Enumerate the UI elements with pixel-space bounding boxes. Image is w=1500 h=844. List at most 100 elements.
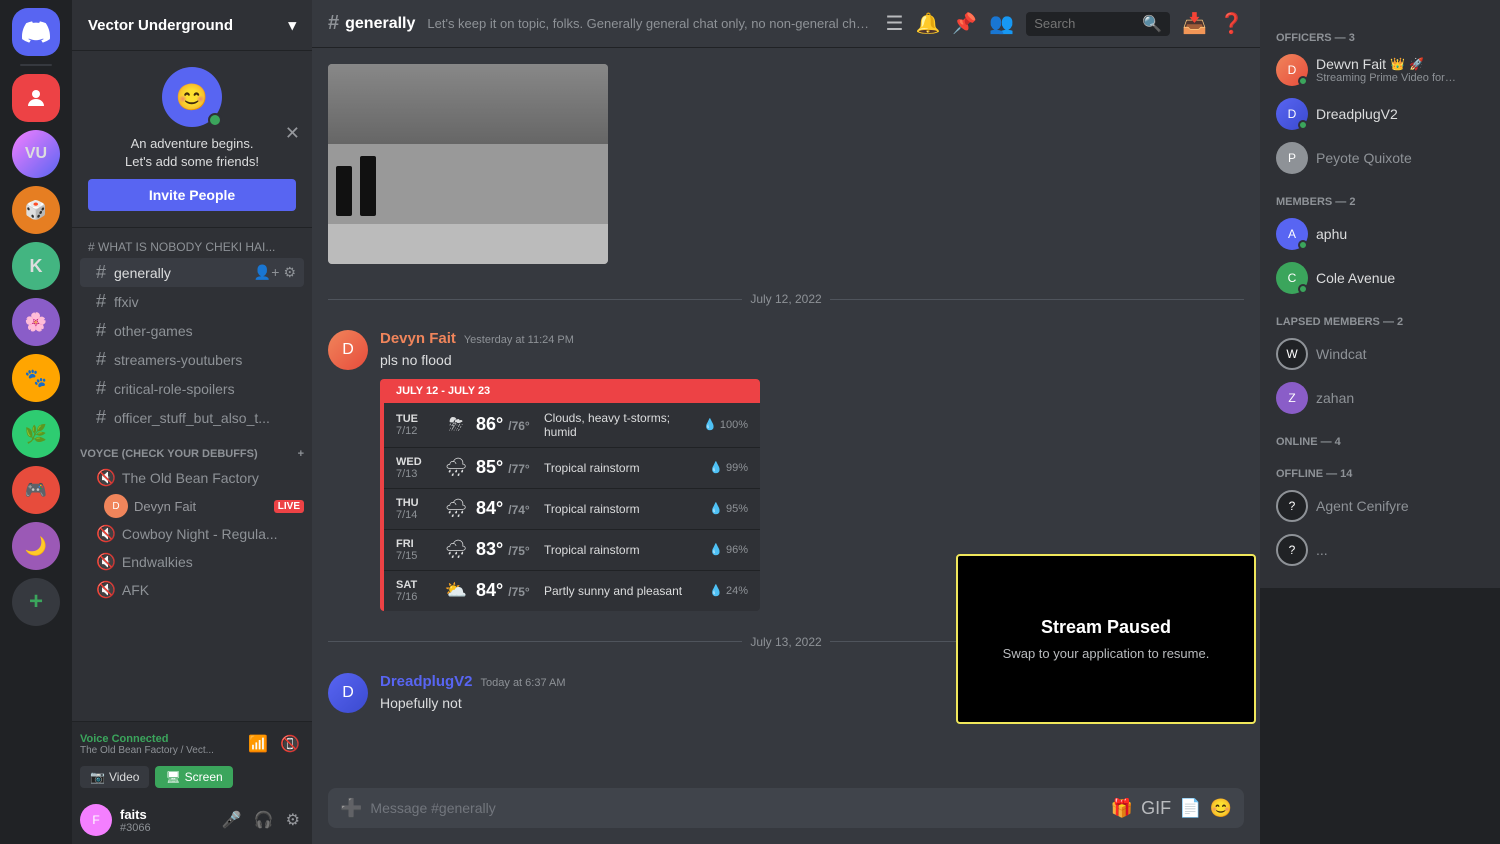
voice-user-name: Devyn Fait bbox=[134, 499, 196, 514]
voice-user-devyn[interactable]: D Devyn Fait LIVE bbox=[72, 492, 312, 520]
weather-row-thu: THU7/14 🌧 84° /74° Tropical rainstorm 💧 … bbox=[384, 489, 760, 530]
weather-row-fri: FRI7/15 🌧 83° /75° Tropical rainstorm 💧 … bbox=[384, 530, 760, 571]
members-icon[interactable]: 👥 bbox=[989, 11, 1014, 36]
live-badge: LIVE bbox=[274, 500, 304, 513]
message-input-area: ➕ 🎁 GIF 📄 😊 bbox=[312, 772, 1260, 844]
category-online: ONLINE — 4 bbox=[1268, 420, 1492, 452]
online-indicator bbox=[208, 113, 222, 127]
gift-icon[interactable]: 🎁 bbox=[1111, 798, 1133, 819]
category-voyce[interactable]: VOYCE (CHECK YOUR DEBUFFS) + bbox=[72, 432, 312, 464]
message-avatar-dreadplug: D bbox=[328, 673, 368, 713]
member-item-devyn[interactable]: D Dewvn Fait 👑 🚀 Streaming Prime Video f… bbox=[1268, 48, 1492, 92]
server-icon-5[interactable]: 🌸 bbox=[12, 298, 60, 346]
server-icon-7[interactable]: 🌿 bbox=[12, 410, 60, 458]
video-icon: 📷 bbox=[90, 770, 105, 784]
member-item-peyote[interactable]: P Peyote Quixote bbox=[1268, 136, 1492, 180]
member-item-aphu[interactable]: A aphu bbox=[1268, 212, 1492, 256]
close-panel-button[interactable]: ✕ bbox=[285, 123, 300, 144]
add-channel-icon[interactable]: + bbox=[298, 448, 304, 460]
voice-connected-status: Voice Connected bbox=[80, 733, 214, 745]
channel-label-generally: generally bbox=[114, 265, 171, 281]
channel-label-ffxiv: ffxiv bbox=[114, 294, 139, 310]
server-name: Vector Underground bbox=[88, 17, 233, 34]
hash-icon: # bbox=[96, 378, 106, 399]
server-icon-9[interactable]: 🌙 bbox=[12, 522, 60, 570]
settings-icon[interactable]: ⚙ bbox=[282, 806, 304, 834]
server-icon-discord[interactable] bbox=[12, 8, 60, 56]
search-input[interactable] bbox=[1034, 16, 1136, 31]
member-item-offline-1[interactable]: ? Agent Cenifyre bbox=[1268, 484, 1492, 528]
video-thumbnail bbox=[328, 64, 608, 264]
message-avatar-devyn: D bbox=[328, 330, 368, 370]
emoji-icon[interactable]: 😊 bbox=[1210, 798, 1232, 819]
channel-item-generally[interactable]: # generally 👤+ ⚙ bbox=[80, 258, 304, 287]
member-info-devyn: Dewvn Fait 👑 🚀 Streaming Prime Video for… bbox=[1316, 56, 1456, 84]
server-header[interactable]: Vector Underground ▾ bbox=[72, 0, 312, 51]
channel-item-critical-role[interactable]: # critical-role-spoilers bbox=[80, 374, 304, 403]
server-icon-8[interactable]: 🎮 bbox=[12, 466, 60, 514]
voice-channel-cowboy[interactable]: 🔇 Cowboy Night - Regula... bbox=[80, 520, 304, 548]
member-item-offline-2[interactable]: ? ... bbox=[1268, 528, 1492, 572]
online-dot bbox=[1298, 76, 1308, 86]
channel-item-other-games[interactable]: # other-games bbox=[80, 316, 304, 345]
voice-settings-icon[interactable]: 📶 bbox=[244, 730, 272, 758]
server-icon-3[interactable]: 🎲 bbox=[12, 186, 60, 234]
channel-item-ffxiv[interactable]: # ffxiv bbox=[80, 287, 304, 316]
threads-icon[interactable]: ☰ bbox=[886, 11, 904, 36]
help-icon[interactable]: ❓ bbox=[1219, 11, 1244, 36]
weather-row-sat: SAT7/16 ⛅ 84° /75° Partly sunny and plea… bbox=[384, 571, 760, 611]
pin-icon[interactable]: 📌 bbox=[952, 11, 977, 36]
voice-channel-endwalkies[interactable]: 🔇 Endwalkies bbox=[80, 548, 304, 576]
mute-icon[interactable]: 🎤 bbox=[218, 806, 246, 834]
category-officers: OFFICERS — 3 bbox=[1268, 16, 1492, 48]
speaker-icon: 🔇 bbox=[96, 552, 116, 572]
channel-label-other-games: other-games bbox=[114, 323, 193, 339]
member-item-dreadplug[interactable]: D DreadplugV2 bbox=[1268, 92, 1492, 136]
message-input[interactable] bbox=[370, 788, 1102, 828]
invite-people-button[interactable]: Invite People bbox=[88, 179, 296, 211]
server-icon-1[interactable] bbox=[12, 74, 60, 122]
channel-item-streamers[interactable]: # streamers-youtubers bbox=[80, 345, 304, 374]
voice-channel-bean-factory[interactable]: 🔇 The Old Bean Factory bbox=[80, 464, 304, 492]
user-avatar: F bbox=[80, 804, 112, 836]
server-icon-6[interactable]: 🐾 bbox=[12, 354, 60, 402]
member-status-devyn: Streaming Prime Video for Wi... bbox=[1316, 72, 1456, 84]
truncated-channel-item: # WHAT IS NOBODY CHEKI HAI... bbox=[72, 236, 312, 258]
online-dot bbox=[1298, 240, 1308, 250]
screen-button[interactable]: 🖥 Screen bbox=[155, 766, 232, 788]
channel-header: # generally Let's keep it on topic, folk… bbox=[312, 0, 1260, 48]
channel-sidebar: Vector Underground ▾ ✕ 😊 An adventure be… bbox=[72, 0, 312, 844]
server-icon-add[interactable]: + bbox=[12, 578, 60, 626]
speaker-icon: 🔇 bbox=[96, 524, 116, 544]
category-offline: OFFLINE — 14 bbox=[1268, 452, 1492, 484]
gear-icon[interactable]: ⚙ bbox=[283, 264, 296, 281]
disconnect-icon[interactable]: 📵 bbox=[276, 730, 304, 758]
inbox-icon[interactable]: 📥 bbox=[1182, 11, 1207, 36]
message-timestamp-dreadplug: Today at 6:37 AM bbox=[481, 677, 566, 689]
member-item-windcat[interactable]: W Windcat bbox=[1268, 332, 1492, 376]
member-item-cole[interactable]: C Cole Avenue bbox=[1268, 256, 1492, 300]
muted-icon[interactable]: 🔔 bbox=[915, 11, 940, 36]
member-name-offline-2: ... bbox=[1316, 542, 1328, 558]
add-attachment-icon[interactable]: ➕ bbox=[340, 798, 362, 819]
add-friends-avatar: 😊 bbox=[162, 67, 222, 127]
voice-channel-afk[interactable]: 🔇 AFK bbox=[80, 576, 304, 604]
member-item-zahan[interactable]: Z zahan bbox=[1268, 376, 1492, 420]
headset-icon[interactable]: 🎧 bbox=[250, 806, 278, 834]
video-button[interactable]: 📷 Video bbox=[80, 766, 149, 788]
gif-icon[interactable]: GIF bbox=[1141, 798, 1171, 819]
add-member-icon[interactable]: 👤+ bbox=[254, 264, 280, 281]
channel-label-officer-stuff: officer_stuff_but_also_t... bbox=[114, 410, 270, 426]
search-icon[interactable]: 🔍 bbox=[1142, 14, 1162, 34]
right-sidebar: OFFICERS — 3 D Dewvn Fait 👑 🚀 Streaming … bbox=[1260, 0, 1500, 588]
date-divider-july12: July 12, 2022 bbox=[328, 292, 1244, 306]
channel-item-officer-stuff[interactable]: # officer_stuff_but_also_t... bbox=[80, 403, 304, 432]
member-avatar-windcat: W bbox=[1276, 338, 1308, 370]
server-icon-2[interactable]: VU bbox=[12, 130, 60, 178]
sticker-icon[interactable]: 📄 bbox=[1179, 798, 1201, 819]
voice-channel-label-endwalkies: Endwalkies bbox=[122, 554, 193, 570]
member-name-aphu: aphu bbox=[1316, 226, 1347, 242]
server-icon-4[interactable]: K bbox=[12, 242, 60, 290]
message-text-devyn: pls no flood bbox=[380, 351, 1244, 371]
member-name-offline-1: Agent Cenifyre bbox=[1316, 498, 1409, 514]
